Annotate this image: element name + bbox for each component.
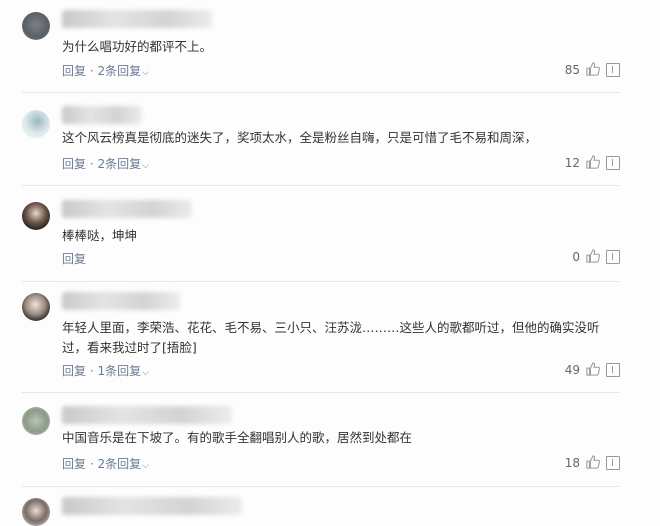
comment-item — [0, 488, 660, 526]
report-icon[interactable] — [606, 363, 620, 377]
comment-text: 棒棒哒，坤坤 — [62, 228, 138, 243]
comment-item: 棒棒哒，坤坤 回复 0 — [0, 193, 660, 285]
replies-count-label: 2条回复 — [97, 64, 142, 78]
chevron-down-icon: ⌵ — [142, 368, 149, 378]
report-icon[interactable] — [606, 250, 620, 264]
separator: · — [86, 157, 98, 171]
chevron-down-icon: ⌵ — [142, 461, 149, 471]
replies-count-label: 2条回复 — [97, 457, 142, 471]
comment-item: 为什么唱功好的都评不上。 回复 · 2条回复⌵ 85 — [0, 0, 660, 98]
divider — [22, 92, 620, 93]
avatar[interactable] — [22, 12, 50, 40]
username-blurred[interactable] — [62, 406, 232, 424]
username-blurred[interactable] — [62, 106, 142, 124]
thumbs-up-icon[interactable] — [586, 155, 600, 169]
comment-text: 年轻人里面，李荣浩、花花、毛不易、三小只、汪苏泷………这些人的歌都听过，但他的确… — [62, 320, 600, 355]
separator: · — [86, 64, 98, 78]
report-icon[interactable] — [606, 456, 620, 470]
comment-actions: 回复 · 2条回复⌵ — [62, 455, 149, 472]
chevron-down-icon: ⌵ — [142, 161, 149, 171]
reply-button[interactable]: 回复 — [62, 64, 86, 78]
comment-text: 为什么唱功好的都评不上。 — [62, 39, 213, 54]
view-replies-button[interactable]: 2条回复⌵ — [97, 157, 148, 171]
view-replies-button[interactable]: 2条回复⌵ — [97, 64, 148, 78]
separator: · — [86, 457, 98, 471]
avatar[interactable] — [22, 293, 50, 321]
username-blurred[interactable] — [62, 497, 242, 515]
thumbs-up-icon[interactable] — [586, 362, 600, 376]
avatar[interactable] — [22, 498, 50, 526]
view-replies-button[interactable]: 2条回复⌵ — [97, 457, 148, 471]
thumbs-up-icon[interactable] — [586, 62, 600, 76]
like-count: 85 — [564, 63, 580, 77]
reply-button[interactable]: 回复 — [62, 252, 86, 266]
replies-count-label: 1条回复 — [97, 364, 142, 378]
comment-actions: 回复 · 1条回复⌵ — [62, 362, 149, 379]
comment-actions: 回复 · 2条回复⌵ — [62, 62, 149, 79]
avatar[interactable] — [22, 110, 50, 138]
replies-count-label: 2条回复 — [97, 157, 142, 171]
reply-button[interactable]: 回复 — [62, 364, 86, 378]
like-count: 0 — [572, 250, 580, 264]
comments-page: { "comments": [ { "text": "为什么唱功好的都评不上。"… — [0, 0, 660, 526]
avatar[interactable] — [22, 202, 50, 230]
comment-actions: 回复 · 2条回复⌵ — [62, 155, 149, 172]
like-count: 18 — [564, 456, 580, 470]
like-count: 49 — [564, 363, 580, 377]
divider — [22, 281, 620, 282]
divider — [22, 392, 620, 393]
separator: · — [86, 364, 98, 378]
username-blurred[interactable] — [62, 292, 180, 310]
report-icon[interactable] — [606, 63, 620, 77]
reply-button[interactable]: 回复 — [62, 457, 86, 471]
divider — [22, 486, 620, 487]
comment-item: 年轻人里面，李荣浩、花花、毛不易、三小只、汪苏泷………这些人的歌都听过，但他的确… — [0, 285, 660, 403]
comment-item: 中国音乐是在下坡了。有的歌手全翻唱别人的歌，居然到处都在 回复 · 2条回复⌵ … — [0, 403, 660, 488]
thumbs-up-icon[interactable] — [586, 249, 600, 263]
divider — [22, 185, 620, 186]
view-replies-button[interactable]: 1条回复⌵ — [97, 364, 148, 378]
username-blurred[interactable] — [62, 10, 212, 28]
thumbs-up-icon[interactable] — [586, 455, 600, 469]
chevron-down-icon: ⌵ — [142, 68, 149, 78]
reply-button[interactable]: 回复 — [62, 157, 86, 171]
avatar[interactable] — [22, 407, 50, 435]
report-icon[interactable] — [606, 156, 620, 170]
username-blurred[interactable] — [62, 200, 192, 218]
comment-text: 这个风云榜真是彻底的迷失了，奖项太水，全是粉丝自嗨，只是可惜了毛不易和周深， — [62, 130, 538, 145]
comment-actions: 回复 — [62, 250, 86, 267]
like-count: 12 — [564, 156, 580, 170]
comment-text: 中国音乐是在下坡了。有的歌手全翻唱别人的歌，居然到处都在 — [62, 430, 413, 445]
comment-item: 这个风云榜真是彻底的迷失了，奖项太水，全是粉丝自嗨，只是可惜了毛不易和周深， 回… — [0, 98, 660, 193]
